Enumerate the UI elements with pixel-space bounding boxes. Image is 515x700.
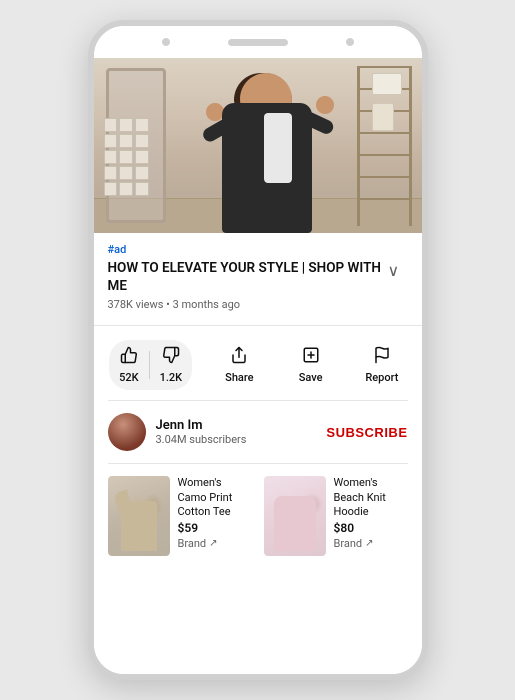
phone-frame: #ad HOW TO ELEVATE YOUR STYLE | SHOP WIT… xyxy=(88,20,428,680)
dislike-count: 1.2K xyxy=(160,371,183,384)
storage-box xyxy=(135,166,149,180)
product-image-1 xyxy=(108,476,170,556)
art-piece xyxy=(372,103,394,131)
products-section: Women's Camo Print Cotton Tee $59 Brand … xyxy=(94,468,422,564)
storage-box xyxy=(119,166,133,180)
divider xyxy=(94,325,422,326)
video-meta: 378K views • 3 months ago xyxy=(108,298,408,311)
storage-unit xyxy=(104,118,149,198)
product-brand-1: Brand ↗ xyxy=(178,537,252,550)
chevron-down-icon[interactable]: ∨ xyxy=(388,261,408,281)
product-brand-2: Brand ↗ xyxy=(334,537,408,550)
title-row: HOW TO ELEVATE YOUR STYLE | SHOP WITH ME… xyxy=(108,259,408,295)
divider xyxy=(108,400,408,401)
speaker xyxy=(228,39,288,46)
product-price-1: $59 xyxy=(178,521,252,535)
storage-box xyxy=(135,118,149,132)
thumbs-up-icon xyxy=(120,346,138,368)
front-camera xyxy=(162,38,170,46)
like-count: 52K xyxy=(119,371,138,384)
video-title: HOW TO ELEVATE YOUR STYLE | SHOP WITH ME xyxy=(108,259,382,295)
storage-box xyxy=(104,150,118,164)
report-label: Report xyxy=(365,371,398,384)
video-thumbnail[interactable] xyxy=(94,58,422,233)
subscribe-button[interactable]: SUBSCRIBE xyxy=(326,425,407,440)
storage-box xyxy=(104,166,118,180)
storage-box xyxy=(104,182,118,196)
subscriber-count: 3.04M subscribers xyxy=(156,433,327,446)
external-link-icon: ↗ xyxy=(365,538,373,549)
thumbs-down-icon xyxy=(162,346,180,368)
product-card-1[interactable]: Women's Camo Print Cotton Tee $59 Brand … xyxy=(108,476,252,556)
report-button[interactable]: Report xyxy=(358,346,406,384)
phone-button-right xyxy=(346,38,354,46)
shirt xyxy=(264,113,292,183)
hand-right xyxy=(316,96,334,114)
storage-box xyxy=(119,150,133,164)
storage-box xyxy=(104,118,118,132)
person-figure xyxy=(202,68,342,233)
divider xyxy=(108,463,408,464)
avatar-image xyxy=(108,413,146,451)
product-card-2[interactable]: Women's Beach Knit Hoodie $80 Brand ↗ xyxy=(264,476,408,556)
shelf xyxy=(360,176,409,178)
flag-icon xyxy=(373,346,391,368)
channel-avatar[interactable] xyxy=(108,413,146,451)
external-link-icon: ↗ xyxy=(209,538,217,549)
product-name-1: Women's Camo Print Cotton Tee xyxy=(178,476,252,519)
save-button[interactable]: Save xyxy=(287,346,335,384)
channel-row: Jenn Im 3.04M subscribers SUBSCRIBE xyxy=(94,405,422,459)
ad-tag: #ad xyxy=(108,243,408,256)
shelf xyxy=(360,132,409,134)
shelf xyxy=(360,198,409,200)
phone-top-bar xyxy=(94,26,422,58)
share-label: Share xyxy=(225,371,253,384)
share-button[interactable]: Share xyxy=(215,346,263,384)
dislike-button[interactable]: 1.2K xyxy=(150,340,193,390)
storage-box xyxy=(119,118,133,132)
shelf xyxy=(360,66,409,68)
actions-row: 52K 1.2K xyxy=(94,334,422,396)
product-details-2: Women's Beach Knit Hoodie $80 Brand ↗ xyxy=(334,476,408,550)
brand-label-1: Brand xyxy=(178,537,207,550)
hoodie-shape xyxy=(270,486,320,551)
shelf xyxy=(360,154,409,156)
product-price-2: $80 xyxy=(334,521,408,535)
like-dislike-group: 52K 1.2K xyxy=(109,340,192,390)
shirt-shape xyxy=(116,491,162,551)
storage-box xyxy=(135,150,149,164)
brand-label-2: Brand xyxy=(334,537,363,550)
channel-info: Jenn Im 3.04M subscribers xyxy=(156,418,327,446)
storage-box xyxy=(135,134,149,148)
legs xyxy=(237,188,297,233)
info-section: #ad HOW TO ELEVATE YOUR STYLE | SHOP WIT… xyxy=(94,233,422,317)
storage-box xyxy=(119,182,133,196)
product-image-2 xyxy=(264,476,326,556)
share-icon xyxy=(230,346,248,368)
save-icon xyxy=(302,346,320,368)
product-details-1: Women's Camo Print Cotton Tee $59 Brand … xyxy=(178,476,252,550)
phone-content: #ad HOW TO ELEVATE YOUR STYLE | SHOP WIT… xyxy=(94,58,422,674)
like-button[interactable]: 52K xyxy=(109,340,148,390)
product-name-2: Women's Beach Knit Hoodie xyxy=(334,476,408,519)
channel-name[interactable]: Jenn Im xyxy=(156,418,327,433)
save-label: Save xyxy=(299,371,323,384)
art-piece xyxy=(372,73,402,95)
storage-box xyxy=(119,134,133,148)
storage-box xyxy=(104,134,118,148)
wall-art xyxy=(372,73,402,131)
storage-box xyxy=(135,182,149,196)
